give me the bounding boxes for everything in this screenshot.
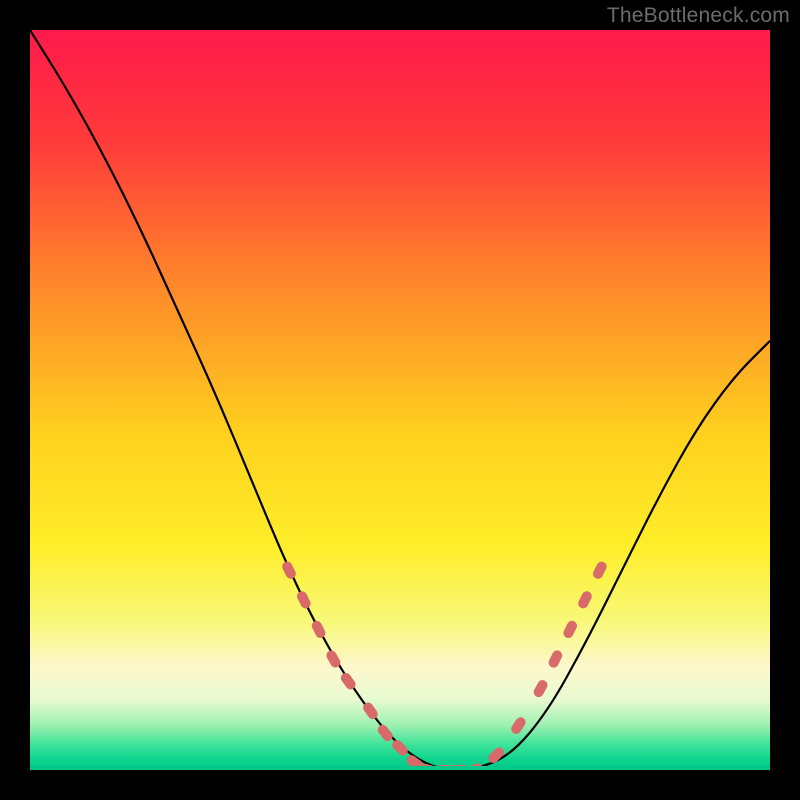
bottom-mask: [30, 766, 770, 770]
gradient-background: [30, 30, 770, 770]
chart-stage: TheBottleneck.com: [0, 0, 800, 800]
watermark-text: TheBottleneck.com: [607, 4, 790, 28]
bottleneck-plot: [30, 30, 770, 770]
plot-area: [30, 30, 770, 770]
